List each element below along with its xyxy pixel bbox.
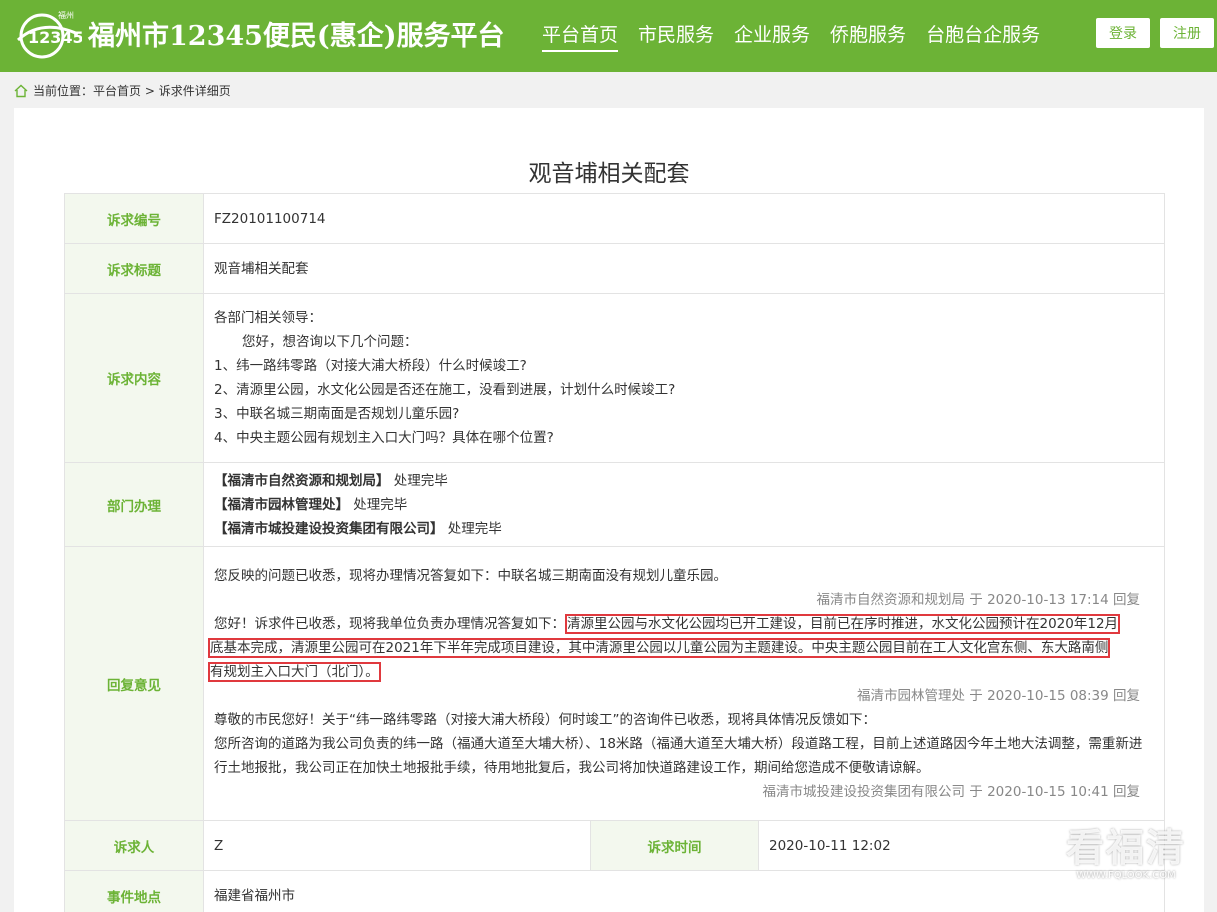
table-row: 部门办理 【福清市自然资源和规划局】 处理完毕 【福清市园林管理处】 处理完毕 … [64, 462, 1166, 547]
dept-name: 【福清市园林管理处】 [214, 496, 349, 513]
nav-citizen-service[interactable]: 市民服务 [638, 20, 714, 52]
content-line: 2、清源里公园，水文化公园是否还在施工，没看到进展，计划什么时候竣工? [214, 382, 676, 398]
watermark-url: WWW.FQLOOK.COM [1076, 870, 1176, 881]
logo-text: 福州 [58, 11, 74, 20]
home-icon [14, 84, 28, 97]
breadcrumb-prefix: 当前位置： [33, 84, 94, 98]
highlighted-reply-text: 底基本完成，清源里公园可在2021年下半年完成项目建设，其中清源里公园以儿童公园… [208, 637, 1111, 658]
field-value-reply: 您反映的问题已收悉，现将办理情况答复如下：中联名城三期南面没有规划儿童乐园。 福… [202, 546, 1166, 821]
reply-item: 尊敬的市民您好！关于“纬一路纬零路（对接大浦大桥段）何时竣工”的咨询件已收悉，现… [214, 708, 1154, 804]
dept-name: 【福清市城投建设投资集团有限公司】 [214, 520, 444, 537]
breadcrumb-home-link[interactable]: 平台首页 [93, 82, 141, 99]
dept-item: 【福清市城投建设投资集团有限公司】 处理完毕 [214, 517, 1154, 541]
field-label-title: 诉求标题 [64, 243, 204, 294]
watermark: 看福清 WWW.FQLOOK.COM [1056, 826, 1196, 881]
reply-text-line: 您所咨询的道路为我公司负责的纬一路（福通大道至大埔大桥）、18米路（福通大道至大… [214, 735, 1143, 776]
table-row: 回复意见 您反映的问题已收悉，现将办理情况答复如下：中联名城三期南面没有规划儿童… [64, 546, 1166, 821]
field-value-location: 福建省福州市 [202, 870, 1166, 912]
field-label-reply: 回复意见 [64, 546, 204, 821]
nav-taiwan-service[interactable]: 台胞台企服务 [926, 20, 1040, 52]
nav-overseas-service[interactable]: 侨胞服务 [830, 20, 906, 52]
field-label-id: 诉求编号 [64, 193, 204, 244]
table-row: 诉求人 Z 诉求时间 2020-10-11 12:02 [64, 820, 1166, 871]
field-label-petitioner: 诉求人 [64, 820, 204, 871]
field-label-time: 诉求时间 [590, 820, 759, 871]
content-line: 4、中央主题公园有规划主入口大门吗？具体在哪个位置? [214, 430, 554, 446]
reply-item: 您好！诉求件已收悉，现将我单位负责办理情况答复如下： 清源里公园与水文化公园均已开… [208, 612, 1154, 708]
dept-status: 处理完毕 [353, 496, 408, 513]
field-label-location: 事件地点 [64, 870, 204, 912]
dept-name: 【福清市自然资源和规划局】 [214, 472, 390, 489]
reply-signature: 福清市城投建设投资集团有限公司 于 2020-10-15 10:41 回复 [762, 783, 1141, 800]
table-row: 诉求内容 各部门相关领导： 您好，想咨询以下几个问题： 1、纬一路纬零路（对接大… [64, 293, 1166, 463]
content-line: 3、中联名城三期南面是否规划儿童乐园? [214, 406, 460, 422]
reply-item: 您反映的问题已收悉，现将办理情况答复如下：中联名城三期南面没有规划儿童乐园。 福… [214, 564, 1154, 612]
reply-text-prefix: 您好！诉求件已收悉，现将我单位负责办理情况答复如下： [214, 615, 565, 632]
main-nav: 平台首页 市民服务 企业服务 侨胞服务 台胞台企服务 [542, 20, 1060, 52]
login-button[interactable]: 登录 [1096, 18, 1150, 48]
svg-text:12345: 12345 [28, 28, 82, 47]
nav-enterprise-service[interactable]: 企业服务 [734, 20, 810, 52]
breadcrumb-separator: > [141, 83, 159, 98]
content-line: 各部门相关领导： [214, 310, 322, 326]
content-line: 1、纬一路纬零路（对接大浦大桥段）什么时候竣工? [214, 358, 527, 374]
detail-table: 诉求编号 FZ20101100714 诉求标题 观音埔相关配套 诉求内容 各部门… [64, 193, 1166, 912]
page-title: 观音埔相关配套 [528, 161, 690, 187]
nav-home[interactable]: 平台首页 [542, 20, 619, 52]
reply-text-line: 有规划主入口大门（北门）。 [208, 660, 1154, 684]
field-label-content: 诉求内容 [64, 293, 204, 463]
register-button[interactable]: 注册 [1160, 18, 1214, 48]
field-value-id: FZ20101100714 [202, 193, 1166, 244]
site-header: 12345 福州 福州市12345便民(惠企)服务平台 平台首页 市民服务 企业… [0, 0, 1217, 72]
table-row: 诉求标题 观音埔相关配套 [64, 243, 1166, 294]
dept-item: 【福清市园林管理处】 处理完毕 [214, 493, 1154, 517]
field-value-petitioner: Z [203, 820, 591, 871]
table-row: 事件地点 福建省福州市 [64, 870, 1166, 912]
field-value-title: 观音埔相关配套 [202, 243, 1166, 294]
table-row: 诉求编号 FZ20101100714 [64, 193, 1166, 244]
site-title[interactable]: 福州市12345便民(惠企)服务平台 [88, 14, 504, 53]
detail-panel: 观音埔相关配套 诉求编号 FZ20101100714 诉求标题 观音埔相关配套 … [14, 108, 1204, 912]
watermark-text: 看福清 [1065, 826, 1186, 870]
reply-text-line: 尊敬的市民您好！关于“纬一路纬零路（对接大浦大桥段）何时竣工”的咨询件已收悉，现… [214, 711, 876, 728]
dept-status: 处理完毕 [447, 520, 502, 537]
reply-signature: 福清市园林管理处 于 2020-10-15 08:39 回复 [857, 687, 1141, 704]
highlighted-reply-text: 清源里公园与水文化公园均已开工建设，目前已在序时推进，水文化公园预计在2020年… [565, 613, 1121, 634]
content-line: 您好，想咨询以下几个问题： [242, 334, 418, 350]
reply-text-line: 您好！诉求件已收悉，现将我单位负责办理情况答复如下： 清源里公园与水文化公园均已开… [214, 612, 1154, 636]
field-value-dept: 【福清市自然资源和规划局】 处理完毕 【福清市园林管理处】 处理完毕 【福清市城… [202, 462, 1166, 547]
dept-status: 处理完毕 [393, 472, 448, 489]
dept-item: 【福清市自然资源和规划局】 处理完毕 [214, 469, 1154, 493]
logo-icon[interactable]: 12345 福州 [12, 10, 82, 60]
reply-text: 您反映的问题已收悉，现将办理情况答复如下：中联名城三期南面没有规划儿童乐园。 [214, 567, 727, 584]
field-value-content: 各部门相关领导： 您好，想咨询以下几个问题： 1、纬一路纬零路（对接大浦大桥段）… [202, 293, 1166, 463]
field-label-dept: 部门办理 [64, 462, 204, 547]
highlighted-reply-text: 有规划主入口大门（北门）。 [208, 661, 381, 682]
reply-signature: 福清市自然资源和规划局 于 2020-10-13 17:14 回复 [816, 591, 1141, 608]
breadcrumb: 当前位置： 平台首页 > 诉求件详细页 [14, 82, 231, 99]
breadcrumb-current: 诉求件详细页 [158, 84, 231, 98]
reply-text-line: 底基本完成，清源里公园可在2021年下半年完成项目建设，其中清源里公园以儿童公园… [208, 636, 1154, 660]
